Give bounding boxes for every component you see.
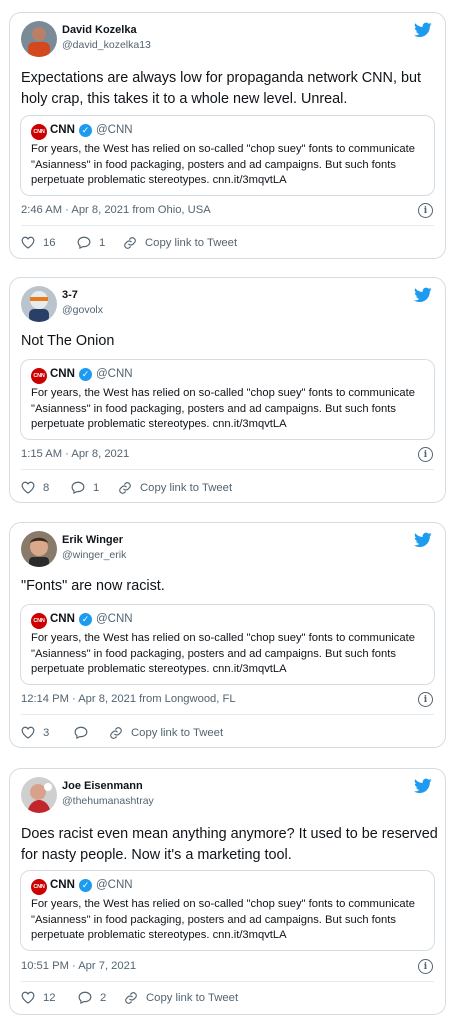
avatar[interactable]: [21, 21, 57, 57]
divider: [21, 714, 434, 715]
reply-button[interactable]: [74, 726, 96, 739]
display-name[interactable]: David Kozelka: [62, 24, 137, 36]
divider: [21, 981, 434, 982]
divider: [21, 469, 434, 470]
like-count: 8: [43, 481, 50, 494]
heart-icon: [21, 726, 35, 739]
tweet-timestamp[interactable]: 12:14 PM · Apr 8, 2021 from Longwood, FL: [21, 693, 236, 705]
reply-icon: [77, 236, 91, 249]
cnn-logo-icon: CNN: [31, 124, 47, 140]
quoted-text: For years, the West has relied on so-cal…: [31, 387, 415, 431]
quoted-text: For years, the West has relied on so-cal…: [31, 632, 415, 676]
copy-link-button[interactable]: Copy link to Tweet: [124, 991, 238, 1005]
like-button[interactable]: 3: [21, 726, 49, 739]
avatar[interactable]: [21, 531, 57, 567]
display-name[interactable]: Erik Winger: [62, 534, 123, 546]
link-icon: [125, 992, 137, 1004]
copy-link-label: Copy link to Tweet: [146, 992, 239, 1004]
divider: [21, 225, 434, 226]
reply-button[interactable]: 2: [78, 991, 106, 1004]
heart-icon: [21, 991, 35, 1004]
like-button[interactable]: 8: [21, 481, 49, 494]
tweet-text: "Fonts" are now racist.: [21, 578, 165, 594]
tweet-card[interactable]: Joe Eisenmann @thehumanashtray Does raci…: [9, 768, 446, 1015]
reply-count: 1: [93, 481, 100, 494]
quoted-handle: @CNN: [96, 368, 133, 380]
like-count: 12: [43, 991, 56, 1004]
avatar[interactable]: [21, 286, 57, 322]
copy-link-label: Copy link to Tweet: [145, 237, 238, 249]
link-icon: [110, 727, 122, 739]
user-handle[interactable]: @govolx: [62, 304, 103, 316]
quoted-tweet[interactable]: CNN CNN ✓ @CNN For years, the West has r…: [20, 604, 435, 685]
tweet-card[interactable]: David Kozelka @david_kozelka13 Expectati…: [9, 12, 446, 259]
quoted-tweet[interactable]: CNN CNN ✓ @CNN For years, the West has r…: [20, 359, 435, 440]
quoted-tweet[interactable]: CNN CNN ✓ @CNN For years, the West has r…: [20, 115, 435, 196]
like-count: 3: [43, 726, 50, 739]
copy-link-label: Copy link to Tweet: [131, 727, 224, 739]
reply-count: 2: [100, 991, 107, 1004]
copy-link-button[interactable]: Copy link to Tweet: [109, 726, 223, 740]
link-icon: [124, 237, 136, 249]
quoted-handle: @CNN: [96, 879, 133, 891]
verified-icon: ✓: [79, 613, 92, 626]
twitter-bird-icon[interactable]: [414, 532, 432, 548]
like-button[interactable]: 16: [21, 236, 56, 249]
cnn-logo-icon: CNN: [31, 368, 47, 384]
tweet-text: Expectations are always low for propagan…: [21, 70, 421, 107]
avatar[interactable]: [21, 777, 57, 813]
reply-button[interactable]: 1: [77, 236, 105, 249]
tweet-card[interactable]: Erik Winger @winger_erik "Fonts" are now…: [9, 522, 446, 748]
cnn-logo-icon: CNN: [31, 879, 47, 895]
verified-icon: ✓: [79, 879, 92, 892]
reply-icon: [71, 481, 85, 494]
info-icon[interactable]: i: [418, 447, 433, 462]
twitter-bird-icon[interactable]: [414, 778, 432, 794]
info-icon[interactable]: i: [418, 203, 433, 218]
quoted-tweet[interactable]: CNN CNN ✓ @CNN For years, the West has r…: [20, 870, 435, 951]
reply-icon: [74, 726, 88, 739]
heart-icon: [21, 236, 35, 249]
info-icon[interactable]: i: [418, 959, 433, 974]
twitter-bird-icon[interactable]: [414, 22, 432, 38]
quoted-text: For years, the West has relied on so-cal…: [31, 143, 415, 187]
display-name[interactable]: Joe Eisenmann: [62, 780, 143, 792]
verified-icon: ✓: [79, 124, 92, 137]
tweet-text: Not The Onion: [21, 333, 115, 349]
reply-icon: [78, 991, 92, 1004]
tweet-card[interactable]: 3-7 @govolx Not The Onion CNN CNN ✓ @CNN…: [9, 277, 446, 503]
quoted-name: CNN: [50, 613, 75, 625]
user-handle[interactable]: @david_kozelka13: [62, 39, 151, 51]
tweet-timestamp[interactable]: 10:51 PM · Apr 7, 2021: [21, 960, 136, 972]
quoted-handle: @CNN: [96, 613, 133, 625]
twitter-bird-icon[interactable]: [414, 287, 432, 303]
quoted-name: CNN: [50, 124, 75, 136]
quoted-handle: @CNN: [96, 124, 133, 136]
cnn-logo-icon: CNN: [31, 613, 47, 629]
tweet-timestamp[interactable]: 2:46 AM · Apr 8, 2021 from Ohio, USA: [21, 204, 211, 216]
reply-button[interactable]: 1: [71, 481, 99, 494]
like-count: 16: [43, 236, 56, 249]
like-button[interactable]: 12: [21, 991, 56, 1004]
copy-link-label: Copy link to Tweet: [140, 482, 233, 494]
display-name[interactable]: 3-7: [62, 289, 78, 301]
tweet-timestamp[interactable]: 1:15 AM · Apr 8, 2021: [21, 448, 129, 460]
heart-icon: [21, 481, 35, 494]
quoted-name: CNN: [50, 879, 75, 891]
info-icon[interactable]: i: [418, 692, 433, 707]
tweet-text: Does racist even mean anything anymore? …: [21, 826, 438, 863]
copy-link-button[interactable]: Copy link to Tweet: [123, 236, 237, 250]
user-handle[interactable]: @thehumanashtray: [62, 795, 154, 807]
link-icon: [119, 482, 131, 494]
quoted-text: For years, the West has relied on so-cal…: [31, 898, 415, 942]
copy-link-button[interactable]: Copy link to Tweet: [118, 481, 232, 495]
verified-icon: ✓: [79, 368, 92, 381]
user-handle[interactable]: @winger_erik: [62, 549, 126, 561]
quoted-name: CNN: [50, 368, 75, 380]
reply-count: 1: [99, 236, 106, 249]
